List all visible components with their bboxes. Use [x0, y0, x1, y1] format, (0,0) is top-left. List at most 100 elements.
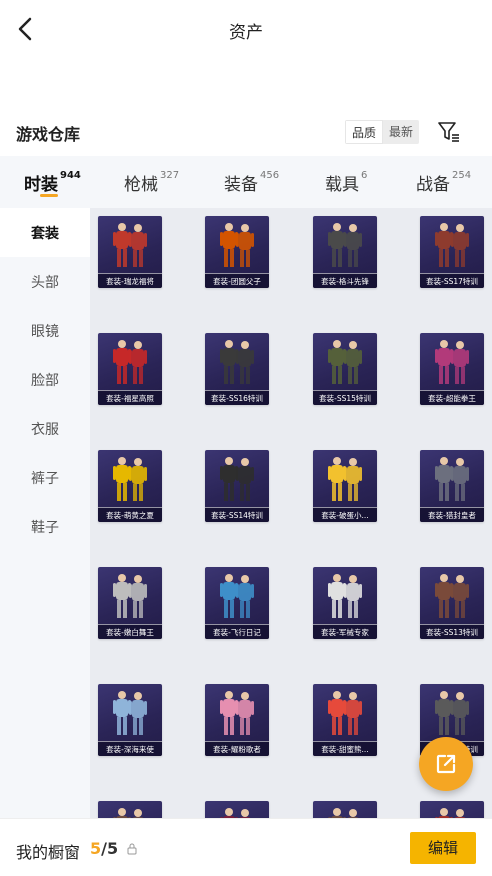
outfit-figure-image: [328, 691, 362, 735]
outfit-caption: 套装-福星高照: [98, 390, 162, 405]
tab-count: 254: [452, 169, 472, 181]
outfit-card[interactable]: [313, 801, 377, 818]
sidebar-item-shoes[interactable]: 鞋子: [0, 502, 90, 551]
outfit-caption: 套装-军械专家: [313, 624, 377, 639]
showcase-max: 5: [106, 839, 119, 858]
outfit-card[interactable]: 套装-嫩白舞王: [98, 567, 162, 639]
top-bar: 资产: [0, 0, 492, 58]
outfit-figure-image: [435, 808, 466, 818]
outfit-card[interactable]: 套装-SS17特训: [420, 216, 484, 288]
sidebar-item-head[interactable]: 头部: [0, 257, 90, 306]
outfit-card[interactable]: 套装-格斗先锋: [313, 216, 377, 288]
sidebar: 套装 头部 眼镜 脸部 衣服 裤子 鞋子: [0, 208, 90, 818]
sidebar-item-clothes[interactable]: 衣服: [0, 404, 90, 453]
outfit-figure-image: [435, 223, 469, 267]
showcase-bar: 我的橱窗 5/5 编辑: [0, 818, 492, 876]
outfit-caption: 套装-甜蜜熊...: [313, 741, 377, 756]
outfit-card[interactable]: 套装-飞行日记: [205, 567, 269, 639]
filter-icon: [438, 122, 459, 142]
outfit-card[interactable]: 套装-超能拳王: [420, 333, 484, 405]
outfit-card[interactable]: 套装-破蛋小...: [313, 450, 377, 522]
outfit-card[interactable]: 套装-福星高照: [98, 333, 162, 405]
outfit-caption: 套装-格斗先锋: [313, 273, 377, 288]
tab-label: 载具: [325, 174, 359, 195]
outfit-card[interactable]: 套装-SS14特训: [205, 450, 269, 522]
outfit-figure-image: [220, 340, 254, 384]
outfit-card[interactable]: 套装-耀粉歌者: [205, 684, 269, 756]
outfit-figure-image: [113, 691, 147, 735]
tab-equipment[interactable]: 装备 456: [224, 156, 279, 208]
sidebar-item-glasses[interactable]: 眼镜: [0, 306, 90, 355]
outfit-card[interactable]: 套装-SS15特训: [313, 333, 377, 405]
active-tab-indicator: [40, 194, 58, 197]
tab-label: 战备: [416, 174, 450, 195]
showcase-current: 5: [90, 839, 102, 858]
outfit-caption: 套装-SS14特训: [205, 507, 269, 522]
outfit-card[interactable]: 套装-萌黄之夏: [98, 450, 162, 522]
tab-fashion[interactable]: 时装 944: [24, 156, 81, 208]
outfit-figure-image: [328, 808, 359, 818]
outfit-card[interactable]: [205, 801, 269, 818]
sidebar-item-pants[interactable]: 裤子: [0, 453, 90, 502]
outfit-figure-image: [328, 574, 362, 618]
outfit-card[interactable]: 套装-甜蜜熊...: [313, 684, 377, 756]
outfit-caption: 套装-SS17特训: [420, 273, 484, 288]
tab-label: 装备: [224, 174, 258, 195]
outfit-card[interactable]: 套装-瑞龙福将: [98, 216, 162, 288]
outfit-card[interactable]: 套装-深海来使: [98, 684, 162, 756]
filter-button[interactable]: [437, 120, 461, 144]
tab-guns[interactable]: 枪械 327: [124, 156, 179, 208]
outfit-figure-image: [113, 808, 144, 818]
outfit-card[interactable]: 套装-猎封皇者: [420, 450, 484, 522]
outfit-card[interactable]: 套装-军械专家: [313, 567, 377, 639]
tab-supplies[interactable]: 战备 254: [416, 156, 471, 208]
outfit-figure-image: [328, 457, 362, 501]
tab-count: 456: [260, 169, 280, 181]
outfit-figure-image: [435, 340, 469, 384]
outfit-caption: 套装-嫩白舞王: [98, 624, 162, 639]
outfit-caption: 套装-超能拳王: [420, 390, 484, 405]
sort-quality[interactable]: 品质: [345, 120, 384, 144]
outfit-figure-image: [328, 340, 362, 384]
outfit-figure-image: [113, 457, 147, 501]
outfit-card[interactable]: 套装-团圆父子: [205, 216, 269, 288]
showcase-label: 我的橱窗: [16, 843, 81, 862]
showcase-count: 5/5: [90, 839, 118, 858]
tab-count: 327: [160, 169, 180, 181]
outfit-caption: 套装-飞行日记: [205, 624, 269, 639]
tab-vehicles[interactable]: 载具 6: [325, 156, 367, 208]
outfit-caption: 套装-SS13特训: [420, 624, 484, 639]
outfit-caption: 套装-SS16特训: [205, 390, 269, 405]
outfit-caption: 套装-猎封皇者: [420, 507, 484, 522]
sort-toggle: 品质 最新: [345, 120, 420, 144]
outfit-card[interactable]: [98, 801, 162, 818]
outfit-figure-image: [220, 457, 254, 501]
warehouse-header: 游戏仓库 品质 最新: [0, 112, 492, 152]
outfit-card[interactable]: [420, 801, 484, 818]
outfit-figure-image: [220, 223, 254, 267]
category-tabs: 时装 944 枪械 327 装备 456 载具 6 战备 254: [0, 156, 492, 208]
sidebar-item-face[interactable]: 脸部: [0, 355, 90, 404]
external-link-icon: [436, 754, 456, 774]
outfit-figure-image: [113, 574, 147, 618]
outfit-figure-image: [328, 223, 362, 267]
tab-count: 944: [60, 169, 81, 181]
outfit-card[interactable]: 套装-SS13特训: [420, 567, 484, 639]
outfit-figure-image: [113, 223, 147, 267]
outfit-figure-image: [435, 457, 469, 501]
sort-newest[interactable]: 最新: [383, 120, 420, 144]
item-grid: 套装-瑞龙福将 套装-团圆父子 套装-格斗先锋 套装-SS17特训 套装-福星高照 套装-…: [90, 208, 492, 818]
outfit-caption: 套装-破蛋小...: [313, 507, 377, 522]
outfit-caption: 套装-团圆父子: [205, 273, 269, 288]
outfit-caption: 套装-SS15特训: [313, 390, 377, 405]
outfit-figure-image: [113, 340, 147, 384]
sidebar-item-outfit[interactable]: 套装: [0, 208, 90, 257]
outfit-figure-image: [220, 691, 254, 735]
tab-label: 时装: [24, 174, 58, 195]
share-button[interactable]: [419, 737, 473, 791]
outfit-figure-image: [435, 574, 469, 618]
outfit-card[interactable]: 套装-SS16特训: [205, 333, 269, 405]
edit-button[interactable]: 编辑: [410, 832, 476, 864]
tab-count: 6: [361, 169, 368, 181]
outfit-figure-image: [220, 808, 251, 818]
